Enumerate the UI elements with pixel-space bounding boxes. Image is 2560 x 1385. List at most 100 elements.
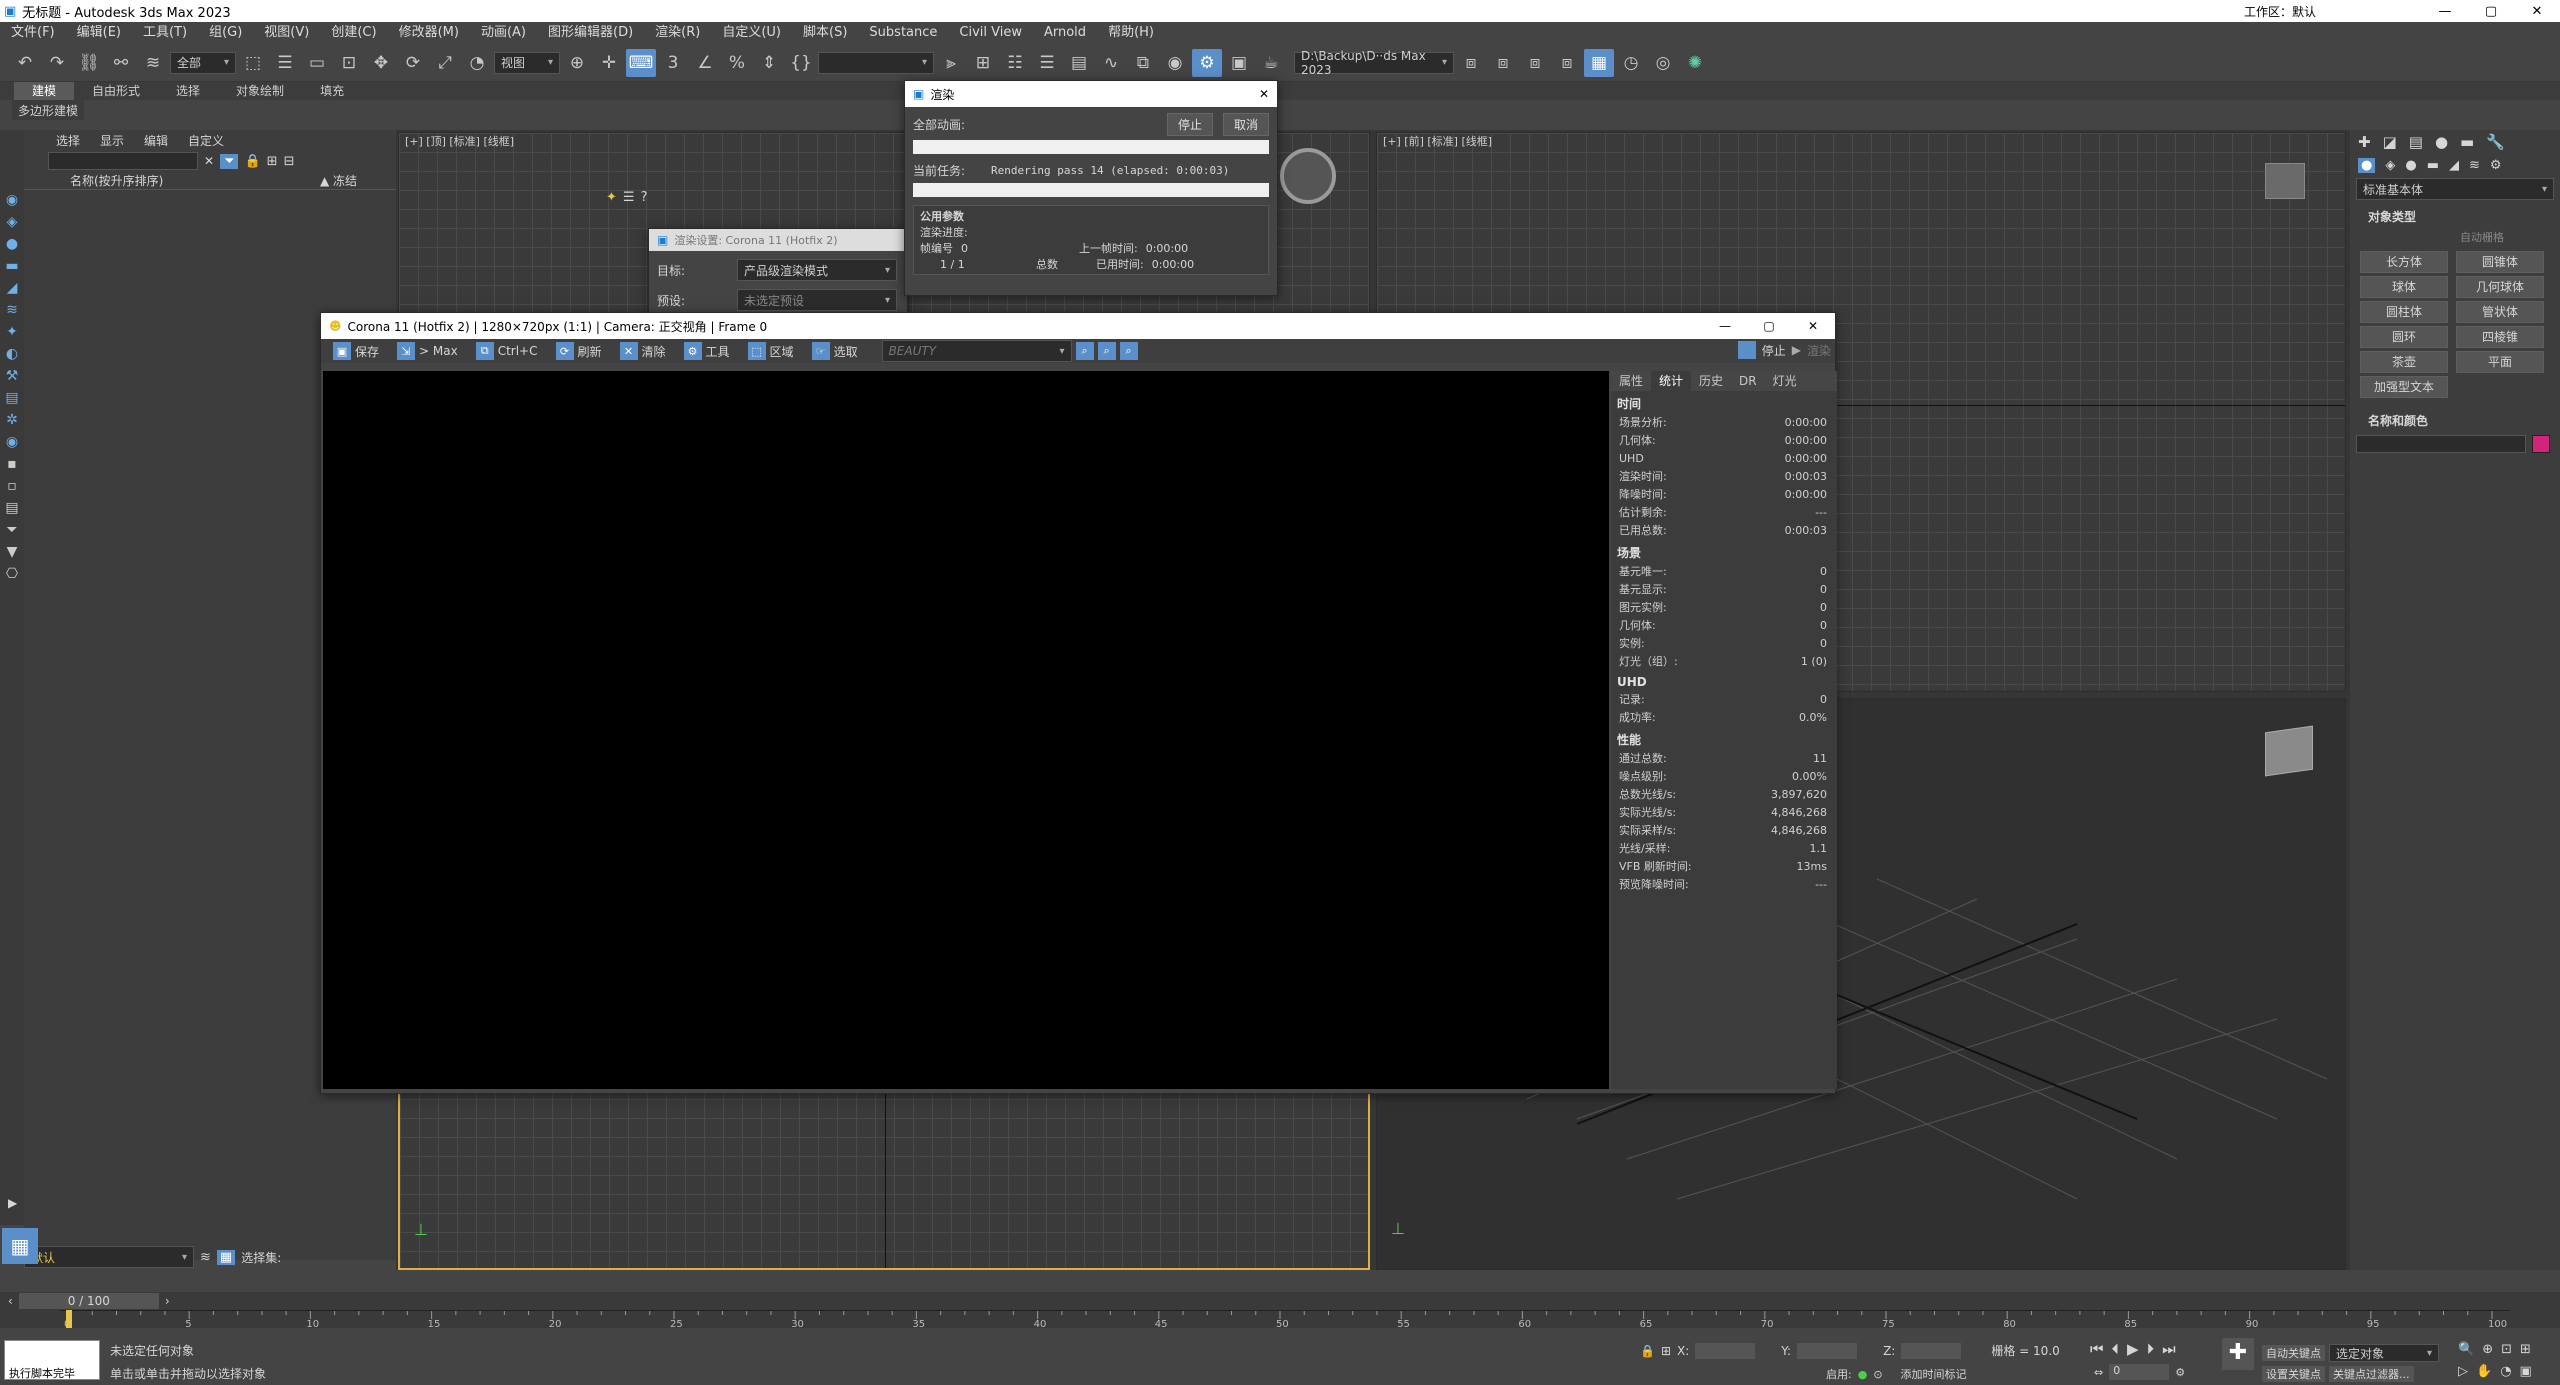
create-object-button[interactable]: 圆锥体 — [2456, 251, 2544, 273]
zoom-extents-icon[interactable]: ⊡ — [2501, 1342, 2512, 1357]
goto-end-icon[interactable]: ⏭ — [2162, 1340, 2176, 1358]
render-cancel-button[interactable]: 取消 — [1222, 113, 1269, 136]
create-object-button[interactable]: 圆环 — [2360, 326, 2448, 348]
project-icon-2[interactable]: ⧈ — [1488, 49, 1518, 77]
auto-key-button[interactable]: 自动关键点 — [2262, 1345, 2325, 1361]
viewcube-perspective[interactable] — [2265, 725, 2313, 777]
ribbon-toggle-icon[interactable]: ▤ — [1064, 49, 1094, 77]
absolute-mode-icon[interactable]: ⊞ — [1661, 1344, 1671, 1358]
menu-item[interactable]: 渲染(R) — [644, 22, 711, 44]
fov-icon[interactable]: ▷ — [2458, 1364, 2468, 1379]
project-icon-3[interactable]: ⧈ — [1520, 49, 1550, 77]
strip-icon-group[interactable]: ◐ — [1, 344, 23, 364]
vfb-tool-button[interactable]: Ctrl+C — [498, 344, 538, 358]
x-coord-input[interactable] — [1695, 1342, 1756, 1359]
manipulate-icon[interactable]: ✛ — [594, 49, 624, 77]
zoom-all-icon[interactable]: ⊕ — [2482, 1342, 2493, 1357]
vfb-channel-select[interactable]: BEAUTY — [881, 340, 1072, 362]
strip-icon-funnel[interactable]: ▼ — [1, 542, 23, 562]
material-editor-icon[interactable]: ◉ — [1160, 49, 1190, 77]
pivot-icon[interactable]: ⊕ — [562, 49, 592, 77]
corona-icon[interactable]: ✺ — [1680, 49, 1710, 77]
vfb-panel-tab[interactable]: 统计 — [1651, 371, 1692, 391]
vfb-minimize-icon[interactable]: — — [1703, 319, 1747, 333]
light-icon[interactable]: ✦ — [606, 190, 617, 205]
maximize-icon[interactable]: ▢ — [2468, 4, 2514, 19]
goto-start-icon[interactable]: ⏮ — [2090, 1340, 2104, 1358]
vfb-tool-button[interactable]: 选取 — [834, 343, 858, 360]
strip-icon-page[interactable]: ▫ — [1, 476, 23, 496]
ribbon-tab[interactable]: 对象绘制 — [218, 82, 302, 100]
enabled-toggle-icon[interactable]: ● — [1858, 1368, 1868, 1381]
scene-explorer-icon[interactable]: ☷ — [1000, 49, 1030, 77]
close-icon[interactable]: ✕ — [2514, 4, 2560, 19]
keyboard-shortcut-icon[interactable]: ⌨ — [626, 48, 656, 77]
bind-space-warp-icon[interactable]: ≋ — [138, 49, 168, 77]
strip-icon-folder[interactable]: ⎔ — [1, 564, 23, 584]
search-icon[interactable]: ◎ — [1648, 49, 1678, 77]
list-icon[interactable]: ☰ — [623, 190, 635, 205]
pan-icon[interactable]: ✋ — [2476, 1364, 2492, 1379]
play-icon[interactable]: ▶ — [2127, 1340, 2139, 1358]
menu-item[interactable]: 创建(C) — [320, 22, 387, 44]
utilities-tab-icon[interactable]: 🔧 — [2486, 133, 2505, 151]
auto-grid-checkbox[interactable]: 自动栅格 — [2350, 227, 2560, 247]
strip-icon-bone[interactable]: ⚒ — [1, 366, 23, 386]
name-color-header[interactable]: 名称和颜色 — [2368, 412, 2428, 429]
create-object-button[interactable]: 平面 — [2456, 351, 2544, 373]
project-icon-4[interactable]: ⧈ — [1552, 49, 1582, 77]
menu-item[interactable]: Civil View — [948, 22, 1033, 44]
menu-item[interactable]: 帮助(H) — [1097, 22, 1165, 44]
timeline-next-icon[interactable]: › — [165, 1294, 170, 1308]
strip-icon-camera[interactable]: ▬ — [1, 256, 23, 276]
vfb-tool-icon[interactable]: ☞ — [811, 342, 830, 360]
geometry-icon[interactable]: ● — [2358, 157, 2376, 173]
current-frame-input[interactable]: 0 — [2109, 1364, 2170, 1380]
vfb-panel-tab[interactable]: 灯光 — [1765, 371, 1805, 391]
unlink-icon[interactable]: ⚯ — [106, 49, 136, 77]
selected-object-select[interactable]: 选定对象 — [2329, 1344, 2439, 1362]
workspace-select[interactable]: 默认 — [2292, 3, 2402, 20]
menu-item[interactable]: 自定义(U) — [711, 22, 792, 44]
menu-item[interactable]: 编辑(E) — [66, 22, 132, 44]
layer-explorer-icon[interactable]: ☰ — [1032, 49, 1062, 77]
frame-ruler[interactable]: 0510152025303540455055606570758085909510… — [60, 1310, 2510, 1329]
snap-icon[interactable]: 3 — [658, 49, 688, 77]
select-object-icon[interactable]: ⬚ — [238, 49, 268, 77]
maxscript-listener[interactable]: 执行脚本完毕 — [4, 1340, 100, 1380]
vfb-tool-button[interactable]: > Max — [419, 344, 458, 358]
menu-item[interactable]: 动画(A) — [470, 22, 537, 44]
strip-icon-doc[interactable]: ▤ — [1, 498, 23, 518]
create-object-button[interactable]: 管状体 — [2456, 301, 2544, 323]
vfb-zoom-icon[interactable]: ⌕ — [1075, 342, 1094, 360]
minimize-icon[interactable]: — — [2422, 4, 2468, 19]
cameras-icon[interactable]: ▬ — [2427, 158, 2439, 173]
select-by-name-icon[interactable]: ☰ — [270, 49, 300, 77]
undo-icon[interactable]: ↶ — [10, 49, 40, 77]
mirror-icon[interactable]: ⫸ — [936, 49, 966, 77]
ref-coord-select[interactable]: 视图 — [494, 51, 560, 74]
strip-icon-xref[interactable]: ▤ — [1, 388, 23, 408]
vfb-tool-button[interactable]: 刷新 — [578, 343, 602, 360]
move-icon[interactable]: ✥ — [366, 49, 396, 77]
render-stop-button[interactable]: 停止 — [1166, 113, 1213, 136]
object-category-select[interactable]: 标准基本体 — [2356, 178, 2554, 200]
render-production-icon[interactable]: ☕ — [1256, 49, 1286, 77]
vfb-tool-button[interactable]: 工具 — [706, 343, 730, 360]
menu-item[interactable]: 组(G) — [198, 22, 253, 44]
vfb-tool-icon[interactable]: ▣ — [333, 342, 351, 360]
column-name-header[interactable]: 名称(按升序排序) — [70, 172, 320, 189]
vfb-panel-tab[interactable]: 历史 — [1691, 371, 1731, 391]
menu-item[interactable]: 工具(T) — [132, 22, 198, 44]
target-select[interactable]: 产品级渲染模式 — [737, 259, 897, 281]
project-icon-1[interactable]: ⧈ — [1456, 49, 1486, 77]
menu-item[interactable]: 脚本(S) — [792, 22, 858, 44]
y-coord-input[interactable] — [1797, 1342, 1858, 1359]
ribbon-tab[interactable]: 自由形式 — [74, 82, 158, 100]
vfb-tool-button[interactable]: 区域 — [770, 343, 794, 360]
scene-explorer-tab[interactable]: 选择 — [56, 132, 80, 149]
scene-explorer-tab[interactable]: 自定义 — [188, 132, 224, 149]
set-key-button[interactable]: 设置关键点 — [2262, 1366, 2325, 1382]
sort-icon[interactable]: ⊟ — [284, 154, 295, 169]
menu-item[interactable]: Arnold — [1033, 22, 1097, 44]
